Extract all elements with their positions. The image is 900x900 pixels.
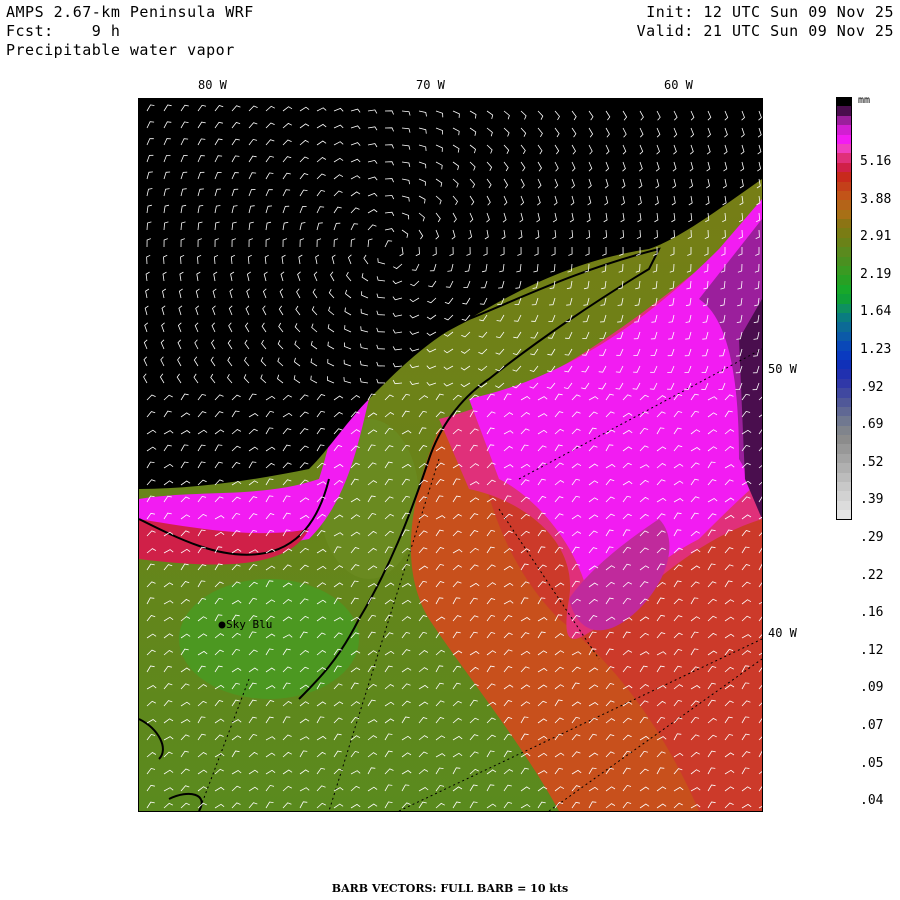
- legend-swatch: [836, 406, 852, 417]
- legend-tick-label: .05: [860, 755, 884, 771]
- legend-swatch: [836, 294, 852, 304]
- legend-swatch: [836, 378, 852, 389]
- legend-swatch: [836, 115, 852, 126]
- color-legend: [836, 97, 852, 520]
- legend-swatch: [836, 303, 852, 313]
- legend-swatch: [836, 256, 852, 267]
- legend-swatch: [836, 322, 852, 332]
- legend-unit: mm: [858, 95, 871, 106]
- legend-tick-label: .52: [860, 454, 884, 470]
- lon-label-80w: 80 W: [198, 78, 227, 92]
- legend-tick-label: 1.23: [860, 342, 892, 357]
- legend-swatch: [836, 453, 852, 464]
- legend-swatch: [836, 388, 852, 398]
- lon-label-60w: 60 W: [664, 78, 693, 92]
- legend-swatch: [836, 331, 852, 342]
- legend-swatch: [836, 153, 852, 163]
- legend-swatch: [836, 200, 852, 210]
- legend-swatch: [836, 134, 852, 144]
- legend-swatch: [836, 444, 852, 454]
- legend-swatch: [836, 359, 852, 370]
- legend-tick-label: .09: [860, 680, 884, 696]
- legend-swatch: [836, 491, 852, 501]
- legend-tick-label: .29: [860, 530, 884, 545]
- barb-vector-note: BARB VECTORS: FULL BARB = 10 kts: [331, 882, 569, 895]
- legend-tick-label: .69: [860, 417, 884, 433]
- legend-swatch: [836, 463, 852, 473]
- legend-swatch: [836, 397, 852, 407]
- legend-swatch: [836, 172, 852, 182]
- legend-tick-label: .16: [860, 605, 884, 621]
- legend-tick-label: 2.91: [860, 229, 892, 245]
- sky-blu-station-marker: [218, 621, 226, 629]
- legend-swatch: [836, 472, 852, 483]
- lat-label-50w: 50 W: [768, 362, 797, 376]
- sky-blu-label: Sky Blu: [226, 618, 273, 631]
- legend-tick-label: .12: [860, 642, 884, 658]
- valid-time: Valid: 21 UTC Sun 09 Nov 25: [636, 22, 894, 40]
- legend-swatch: [836, 219, 852, 229]
- legend-swatch: [836, 275, 852, 285]
- legend-swatch: [836, 237, 852, 248]
- init-time: Init: 12 UTC Sun 09 Nov 25: [646, 3, 894, 21]
- legend-swatch: [836, 341, 852, 351]
- legend-swatch: [836, 97, 852, 107]
- legend-swatch: [836, 482, 852, 492]
- precipitable-water-map: [138, 98, 763, 812]
- legend-swatch: [836, 416, 852, 426]
- forecast-hour: Fcst: 9 h: [6, 22, 121, 40]
- legend-swatch: [836, 181, 852, 191]
- legend-tick-label: 3.88: [860, 191, 892, 207]
- legend-swatch: [836, 209, 852, 220]
- legend-swatch: [836, 369, 852, 379]
- legend-tick-label: .39: [860, 492, 884, 508]
- legend-tick-label: .04: [860, 793, 884, 809]
- legend-swatch: [836, 284, 852, 295]
- legend-tick-label: .07: [860, 718, 884, 733]
- legend-tick-label: 1.64: [860, 304, 892, 320]
- field-name: Precipitable water vapor: [6, 41, 235, 59]
- legend-swatch: [836, 435, 852, 445]
- legend-tick-label: .92: [860, 379, 884, 395]
- legend-swatch: [836, 228, 852, 238]
- legend-tick-label: .22: [860, 567, 884, 583]
- legend-swatch: [836, 266, 852, 276]
- legend-swatch: [836, 143, 852, 154]
- legend-swatch: [836, 425, 852, 436]
- lon-label-70w: 70 W: [416, 78, 445, 92]
- legend-swatch: [836, 510, 852, 520]
- model-title: AMPS 2.67-km Peninsula WRF: [6, 3, 254, 21]
- legend-tick-label: 5.16: [860, 154, 892, 169]
- lat-label-40w: 40 W: [768, 626, 797, 640]
- legend-swatch: [836, 500, 852, 511]
- legend-swatch: [836, 312, 852, 323]
- legend-swatch: [836, 190, 852, 201]
- legend-tick-label: 2.19: [860, 266, 892, 282]
- legend-swatch: [836, 162, 852, 173]
- legend-swatch: [836, 106, 852, 116]
- legend-swatch: [836, 247, 852, 257]
- legend-swatch: [836, 125, 852, 135]
- map-canvas: [139, 99, 762, 811]
- legend-swatch: [836, 350, 852, 360]
